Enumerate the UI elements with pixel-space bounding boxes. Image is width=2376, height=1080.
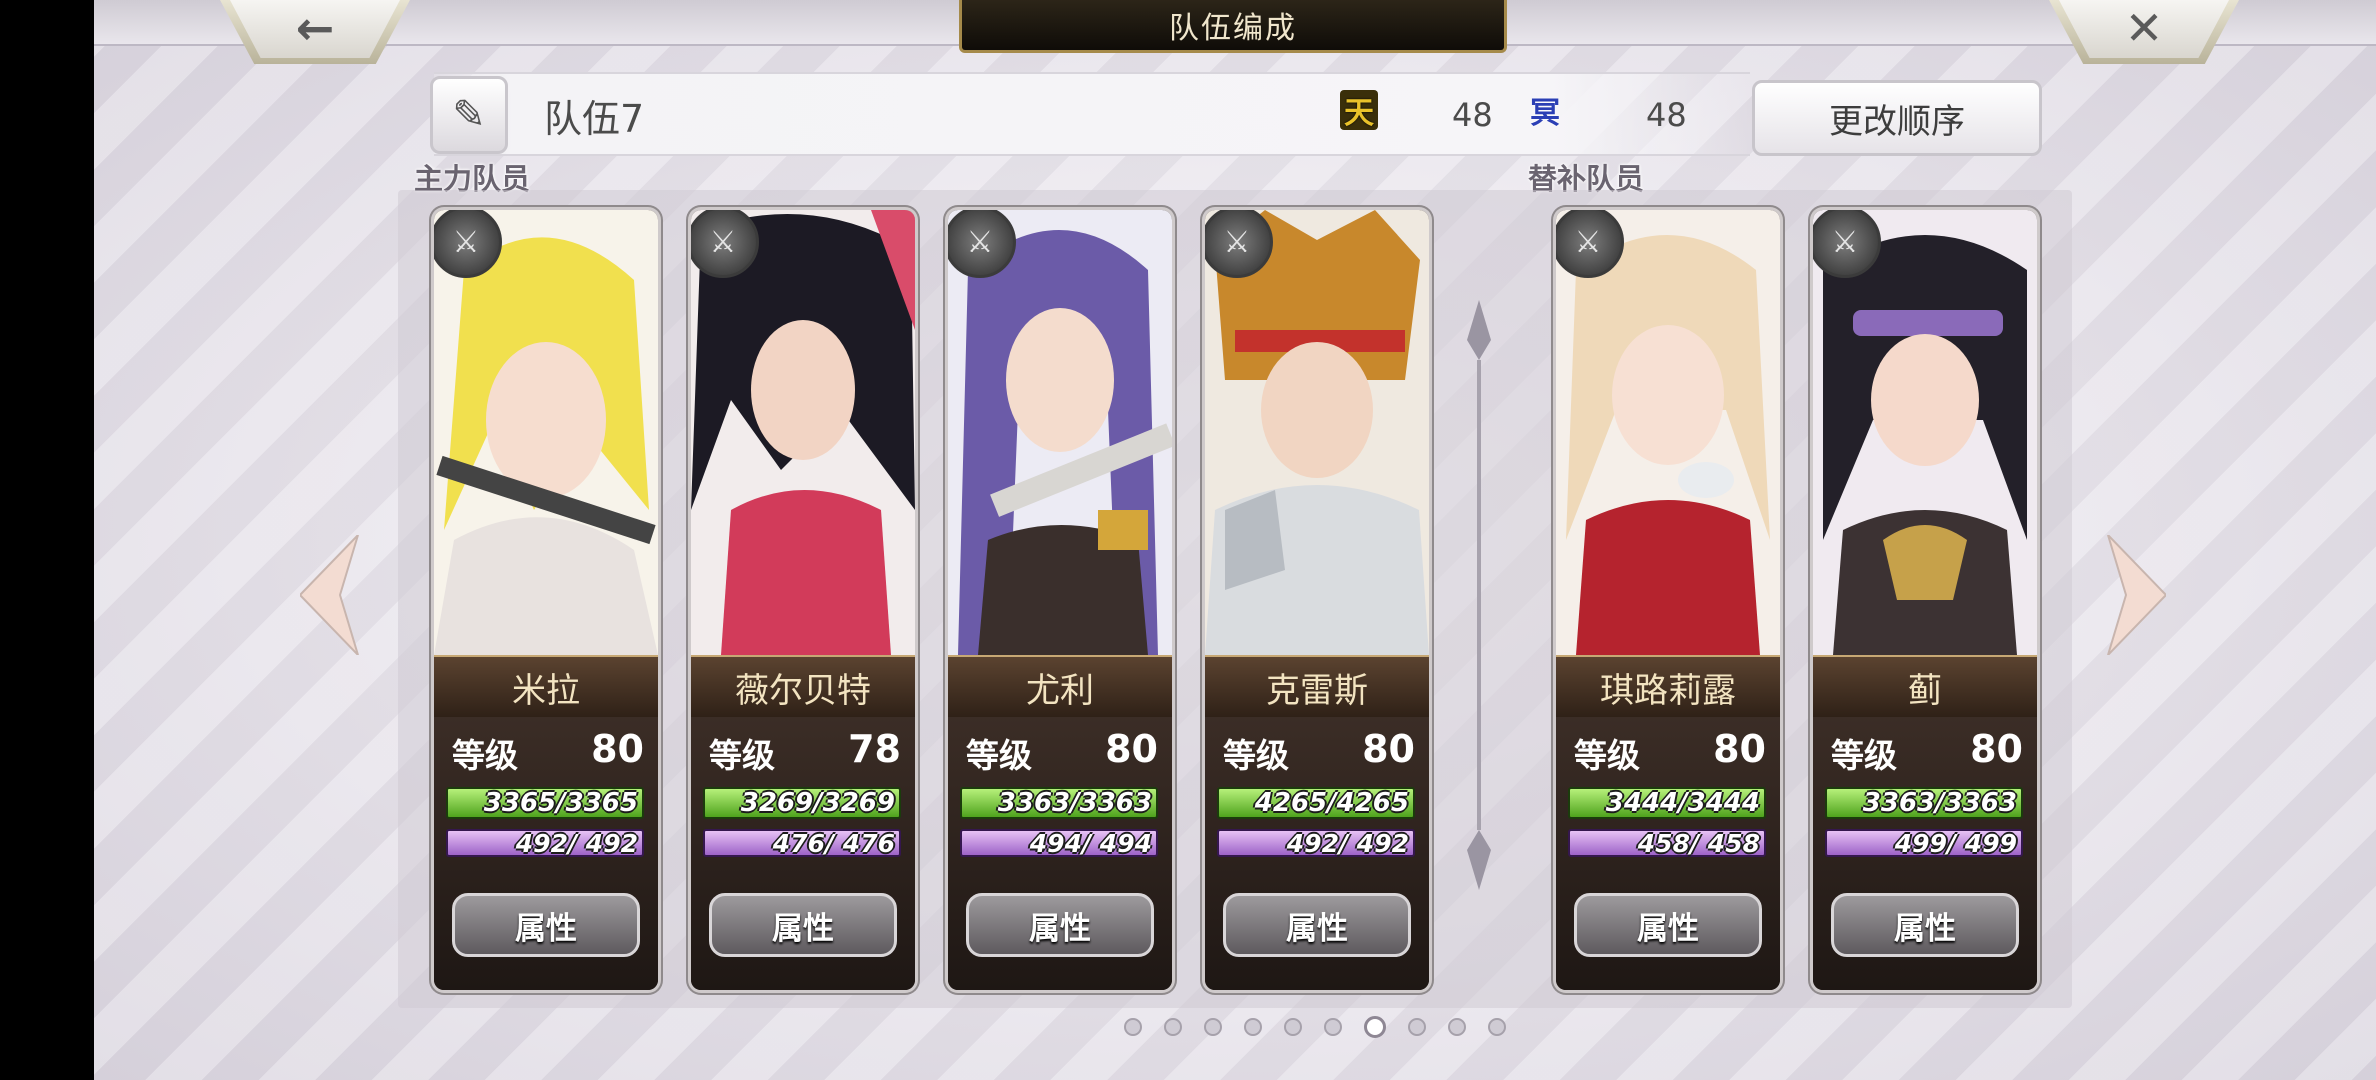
- team-divider: [1467, 300, 1491, 890]
- level-label: 等级: [452, 736, 518, 775]
- page-dot[interactable]: [1488, 1018, 1506, 1036]
- hp-bar: 3363/3363: [1825, 787, 2023, 819]
- member-card[interactable]: ⚔ 米拉 等级 80 3365/3365 492/ 492 属性: [434, 210, 658, 990]
- mp-bar: 458/ 458: [1568, 829, 1766, 858]
- member-stats: 等级 80 3363/3363 494/ 494 属性: [948, 717, 1172, 990]
- level-value: 80: [1970, 727, 2023, 771]
- level-label: 等级: [966, 736, 1032, 775]
- page-dot[interactable]: [1448, 1018, 1466, 1036]
- mp-bar: 476/ 476: [703, 829, 901, 858]
- quill-icon: ✎: [452, 92, 486, 138]
- page-indicator: [1124, 1016, 1506, 1038]
- page-dot-active[interactable]: [1364, 1016, 1386, 1038]
- underworld-stat-icon: 冥: [1530, 96, 1560, 131]
- member-stats: 等级 80 3363/3363 499/ 499 属性: [1813, 717, 2037, 990]
- page-dot[interactable]: [1284, 1018, 1302, 1036]
- member-name: 薇尔贝特: [691, 655, 915, 719]
- underworld-stat-value: 48: [1646, 96, 1687, 134]
- level-label: 等级: [1831, 736, 1897, 775]
- member-stats: 等级 80 4265/4265 492/ 492 属性: [1205, 717, 1429, 990]
- attributes-button[interactable]: 属性: [709, 893, 897, 957]
- hp-bar: 3444/3444: [1568, 787, 1766, 819]
- level-label: 等级: [709, 736, 775, 775]
- heaven-stat-icon: 天: [1340, 90, 1378, 131]
- next-page-arrow[interactable]: [2104, 535, 2166, 655]
- mp-bar: 492/ 492: [1217, 829, 1415, 858]
- member-name: 克雷斯: [1205, 655, 1429, 719]
- attributes-button[interactable]: 属性: [1223, 893, 1411, 957]
- edit-name-button[interactable]: ✎: [430, 76, 508, 154]
- level-value: 80: [1362, 727, 1415, 771]
- hp-bar: 3365/3365: [446, 787, 644, 819]
- attributes-button[interactable]: 属性: [966, 893, 1154, 957]
- member-card[interactable]: ⚔ 薇尔贝特 等级 78 3269/3269 476/ 476 属性: [691, 210, 915, 990]
- member-name: 琪路莉露: [1556, 655, 1780, 719]
- member-card[interactable]: ⚔ 蓟 等级 80 3363/3363 499/ 499 属性: [1813, 210, 2037, 990]
- attributes-button[interactable]: 属性: [1831, 893, 2019, 957]
- close-button[interactable]: ✕: [2049, 0, 2239, 64]
- mp-bar: 492/ 492: [446, 829, 644, 858]
- member-name: 米拉: [434, 655, 658, 719]
- attributes-button[interactable]: 属性: [452, 893, 640, 957]
- level-label: 等级: [1223, 736, 1289, 775]
- hp-bar: 3363/3363: [960, 787, 1158, 819]
- member-card[interactable]: ⚔ 克雷斯 等级 80 4265/4265 492/ 492 属性: [1205, 210, 1429, 990]
- level-label: 等级: [1574, 736, 1640, 775]
- page-dot[interactable]: [1408, 1018, 1426, 1036]
- member-stats: 等级 80 3444/3444 458/ 458 属性: [1556, 717, 1780, 990]
- member-name: 尤利: [948, 655, 1172, 719]
- level-value: 80: [591, 727, 644, 771]
- level-value: 80: [1713, 727, 1766, 771]
- close-icon: ✕: [2124, 1, 2164, 55]
- member-stats: 等级 78 3269/3269 476/ 476 属性: [691, 717, 915, 990]
- back-button[interactable]: ←: [220, 0, 410, 64]
- mp-bar: 494/ 494: [960, 829, 1158, 858]
- hp-bar: 3269/3269: [703, 787, 901, 819]
- page-dot[interactable]: [1124, 1018, 1142, 1036]
- member-name: 蓟: [1813, 655, 2037, 719]
- member-card[interactable]: ⚔ 琪路莉露 等级 80 3444/3444 458/ 458 属性: [1556, 210, 1780, 990]
- member-stats: 等级 80 3365/3365 492/ 492 属性: [434, 717, 658, 990]
- heaven-stat-value: 48: [1452, 96, 1493, 134]
- member-card[interactable]: ⚔ 尤利 等级 80 3363/3363 494/ 494 属性: [948, 210, 1172, 990]
- page-title: 队伍编成: [959, 0, 1507, 53]
- page-dot[interactable]: [1324, 1018, 1342, 1036]
- prev-page-arrow[interactable]: [300, 535, 362, 655]
- level-value: 80: [1105, 727, 1158, 771]
- game-screen: ← ✕ 队伍编成 ✎ 队伍7 天 48 冥 48 更改顺序 主力队员 替补队员 …: [94, 0, 2376, 1080]
- page-dot[interactable]: [1244, 1018, 1262, 1036]
- back-arrow-icon: ←: [295, 1, 335, 55]
- change-order-button[interactable]: 更改顺序: [1752, 80, 2042, 156]
- page-dot[interactable]: [1164, 1018, 1182, 1036]
- mp-bar: 499/ 499: [1825, 829, 2023, 858]
- page-dot[interactable]: [1204, 1018, 1222, 1036]
- attributes-button[interactable]: 属性: [1574, 893, 1762, 957]
- party-name: 队伍7: [544, 97, 645, 141]
- hp-bar: 4265/4265: [1217, 787, 1415, 819]
- level-value: 78: [848, 727, 901, 771]
